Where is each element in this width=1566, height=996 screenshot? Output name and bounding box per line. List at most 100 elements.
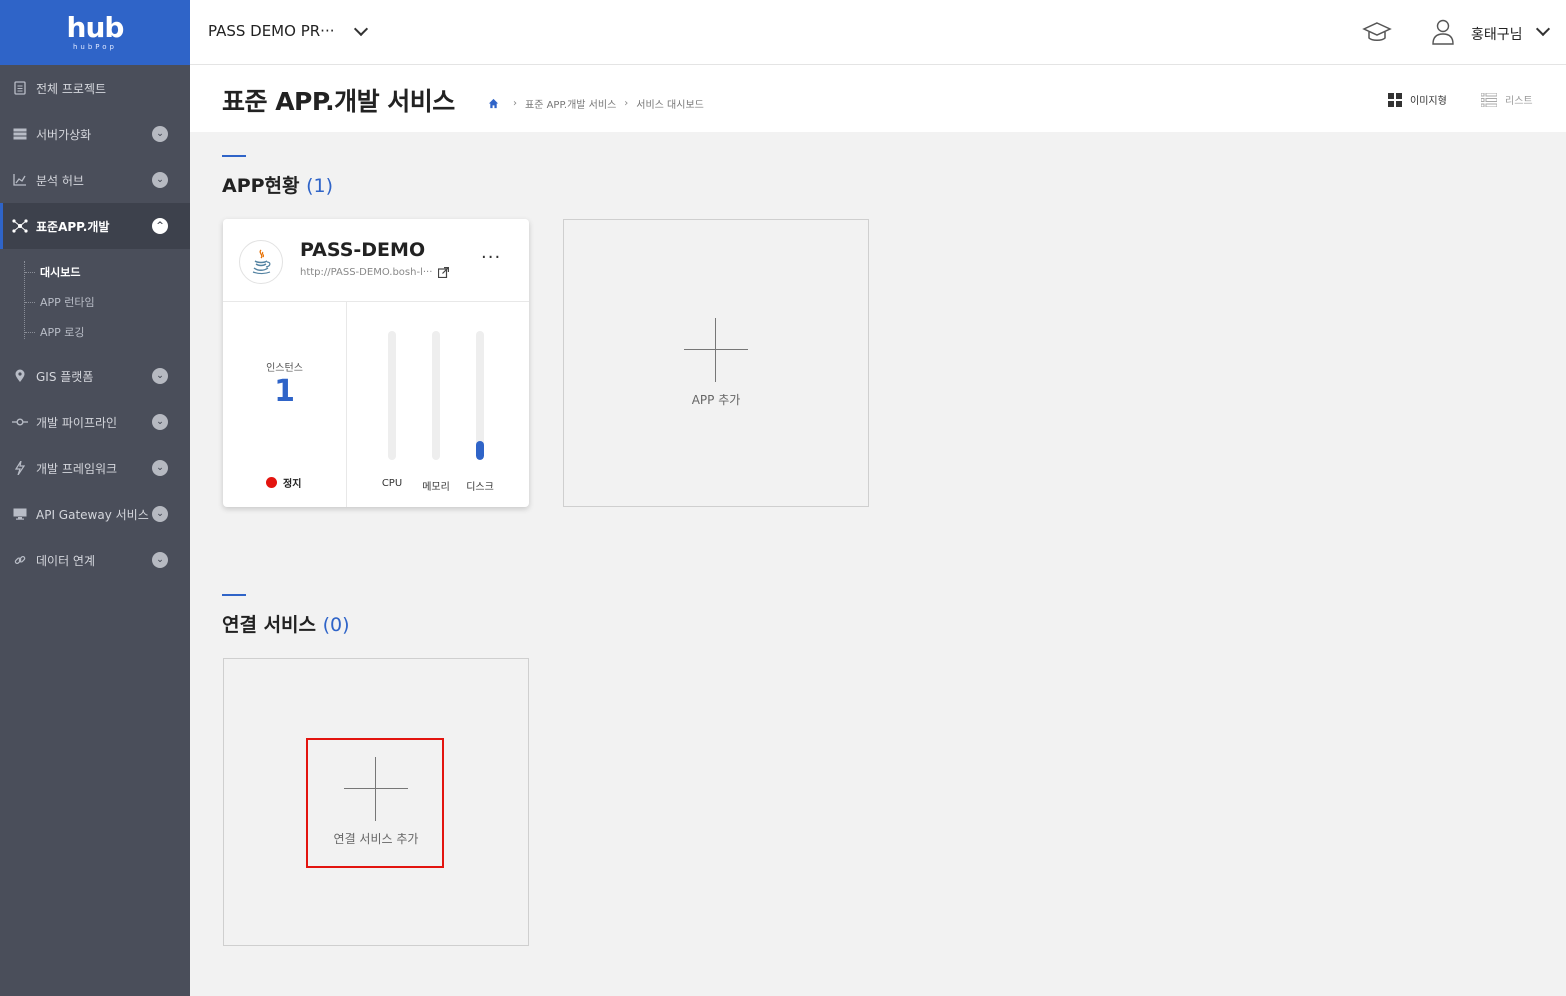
breadcrumb-item[interactable]: 표준 APP.개발 서비스 xyxy=(525,96,616,111)
chevron-down-icon[interactable]: ⌄ xyxy=(152,506,168,522)
sidebar-item-label: 데이터 연계 xyxy=(36,553,96,568)
chevron-down-icon[interactable]: ⌄ xyxy=(152,552,168,568)
sidebar-item-label: 표준APP.개발 xyxy=(36,219,110,234)
sidebar-nav-lower: GIS 플랫폼 ⌄ 개발 파이프라인 ⌄ 개발 프레임워크 ⌄ API Gate… xyxy=(0,353,190,583)
breadcrumb-separator: › xyxy=(513,98,517,109)
service-section-title: 연결 서비스 (0) xyxy=(222,610,350,637)
logo-mark: hub xyxy=(66,10,125,44)
app-section-count: (1) xyxy=(306,175,334,197)
sidebar-item-data-link[interactable]: 데이터 연계 ⌄ xyxy=(0,537,190,583)
view-image-label: 이미지형 xyxy=(1410,96,1447,107)
monitor-icon xyxy=(12,506,28,522)
home-icon[interactable] xyxy=(488,98,499,109)
status-badge: 정지 xyxy=(266,475,301,490)
memory-gauge xyxy=(432,331,440,460)
sidebar-item-dev-pipeline[interactable]: 개발 파이프라인 ⌄ xyxy=(0,399,190,445)
project-name: PASS DEMO PR··· xyxy=(208,22,335,40)
add-app-card[interactable]: APP 추가 xyxy=(563,219,869,507)
view-image-button[interactable]: 이미지형 xyxy=(1388,92,1447,107)
sidebar-item-label: 서버가상화 xyxy=(36,127,92,142)
link-icon xyxy=(12,552,28,568)
chevron-down-icon[interactable]: ⌄ xyxy=(152,368,168,384)
instance-label: 인스턴스 xyxy=(266,363,303,374)
chevron-down-icon[interactable]: ⌄ xyxy=(152,172,168,188)
java-icon xyxy=(239,240,283,284)
graduation-cap-icon[interactable] xyxy=(1362,18,1392,46)
user-icon xyxy=(1432,19,1454,45)
cpu-gauge xyxy=(388,331,396,460)
app-name: PASS-DEMO xyxy=(300,239,426,261)
add-app-label: APP 추가 xyxy=(691,393,741,407)
lightning-icon xyxy=(12,460,28,476)
sidebar-item-label: 전체 프로젝트 xyxy=(36,81,107,96)
sidebar-subnav: 대시보드 APP 런타임 APP 로깅 xyxy=(0,249,190,353)
app-card-body: 인스턴스 1 정지 CPU 메모리 디스크 xyxy=(223,302,529,507)
pipeline-icon xyxy=(12,414,28,430)
sidebar-item-all-projects[interactable]: 전체 프로젝트 xyxy=(0,65,190,111)
breadcrumb: › 표준 APP.개발 서비스 › 서비스 대시보드 xyxy=(488,96,704,111)
status-dot-icon xyxy=(266,477,277,488)
logo[interactable]: hub hubPop xyxy=(0,0,190,65)
disk-gauge xyxy=(476,331,484,460)
user-name[interactable]: 홍태구님 xyxy=(1471,24,1523,44)
external-link-icon[interactable] xyxy=(438,267,450,278)
top-bar: PASS DEMO PR··· 홍태구님 xyxy=(190,0,1566,65)
sidebar-item-label: GIS 플랫폼 xyxy=(36,369,94,384)
view-list-button[interactable]: 리스트 xyxy=(1481,92,1533,107)
chevron-down-icon xyxy=(354,21,369,36)
chevron-down-icon[interactable]: ⌄ xyxy=(152,126,168,142)
chevron-up-icon[interactable]: ^ xyxy=(152,218,168,234)
map-pin-icon xyxy=(12,368,28,384)
sidebar-item-standard-app-dev[interactable]: 표준APP.개발 ^ xyxy=(0,203,190,249)
section-divider xyxy=(222,594,246,596)
highlight-box xyxy=(306,738,444,868)
view-list-label: 리스트 xyxy=(1505,96,1533,107)
app-url-text: http://PASS-DEMO.bosh-l··· xyxy=(300,267,433,278)
page-title: 표준 APP.개발 서비스 xyxy=(222,87,455,116)
breadcrumb-separator: › xyxy=(624,98,629,109)
sidebar-item-label: API Gateway 서비스 xyxy=(36,507,149,522)
disk-label: 디스크 xyxy=(466,482,494,493)
status-text: 정지 xyxy=(283,479,302,490)
cpu-label: CPU xyxy=(381,478,403,489)
service-section-title-text: 연결 서비스 xyxy=(222,614,317,636)
sidebar-subitem-app-logging[interactable]: APP 로깅 xyxy=(22,317,190,347)
chevron-down-icon[interactable]: ⌄ xyxy=(152,414,168,430)
card-divider xyxy=(346,302,347,507)
sidebar-item-label: 개발 프레임워크 xyxy=(36,461,118,476)
document-icon xyxy=(12,80,28,96)
more-options-icon[interactable]: ··· xyxy=(481,249,501,267)
sidebar-subitem-dashboard[interactable]: 대시보드 xyxy=(22,257,190,287)
app-card-header: PASS-DEMO http://PASS-DEMO.bosh-l··· ··· xyxy=(223,219,529,302)
chevron-down-icon[interactable]: ⌄ xyxy=(152,460,168,476)
sidebar-item-label: 분석 허브 xyxy=(36,173,84,188)
list-icon xyxy=(1481,92,1497,107)
network-icon xyxy=(12,218,28,234)
sidebar-nav: 전체 프로젝트 서버가상화 ⌄ 분석 허브 ⌄ 표준APP.개발 ^ xyxy=(0,65,190,249)
sidebar: hub hubPop 전체 프로젝트 서버가상화 ⌄ 분석 허브 ⌄ 표준APP… xyxy=(0,0,190,996)
sidebar-item-gis-platform[interactable]: GIS 플랫폼 ⌄ xyxy=(0,353,190,399)
grid-icon xyxy=(1388,92,1402,107)
app-url-link[interactable]: http://PASS-DEMO.bosh-l··· xyxy=(300,267,450,278)
service-section-count: (0) xyxy=(322,614,350,636)
section-divider xyxy=(222,155,246,157)
memory-label: 메모리 xyxy=(422,482,450,493)
instance-count: 1 xyxy=(274,374,295,409)
sidebar-item-dev-framework[interactable]: 개발 프레임워크 ⌄ xyxy=(0,445,190,491)
sidebar-item-label: 개발 파이프라인 xyxy=(36,415,118,430)
sidebar-item-server-virtualization[interactable]: 서버가상화 ⌄ xyxy=(0,111,190,157)
gauge-fill xyxy=(476,440,484,460)
sidebar-subitem-app-runtime[interactable]: APP 런타임 xyxy=(22,287,190,317)
chevron-down-icon[interactable] xyxy=(1535,21,1551,37)
logo-subtitle: hubPop xyxy=(72,42,117,51)
app-card[interactable]: PASS-DEMO http://PASS-DEMO.bosh-l··· ···… xyxy=(223,219,529,507)
chart-icon xyxy=(12,172,28,188)
sidebar-item-analysis-hub[interactable]: 분석 허브 ⌄ xyxy=(0,157,190,203)
title-bar: 표준 APP.개발 서비스 › 표준 APP.개발 서비스 › 서비스 대시보드… xyxy=(190,65,1566,132)
app-section-title-text: APP현황 xyxy=(222,175,300,197)
server-icon xyxy=(12,126,28,142)
breadcrumb-item[interactable]: 서비스 대시보드 xyxy=(636,96,704,111)
plus-icon xyxy=(684,318,748,382)
sidebar-item-api-gateway[interactable]: API Gateway 서비스 ⌄ xyxy=(0,491,190,537)
project-selector[interactable]: PASS DEMO PR··· xyxy=(208,21,369,40)
